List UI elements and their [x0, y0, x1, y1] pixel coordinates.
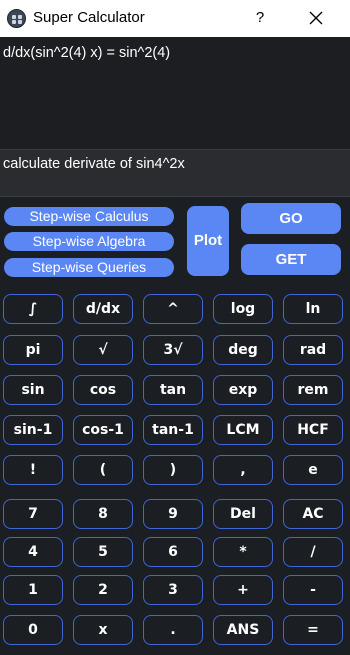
key-4-4-button[interactable]: e	[283, 455, 343, 485]
key-8-1-button[interactable]: x	[73, 615, 133, 645]
key-3-3-button[interactable]: LCM	[213, 415, 273, 445]
plot-button[interactable]: Plot	[187, 206, 229, 276]
go-button[interactable]: GO	[241, 203, 341, 234]
stepwise-algebra-button[interactable]: Step-wise Algebra	[4, 232, 174, 251]
key-0-3-button[interactable]: log	[213, 294, 273, 324]
close-button[interactable]	[302, 5, 330, 31]
key-3-1-button[interactable]: cos-1	[73, 415, 133, 445]
key-7-0-button[interactable]: 1	[3, 575, 63, 605]
key-1-4-button[interactable]: rad	[283, 335, 343, 365]
key-3-4-button[interactable]: HCF	[283, 415, 343, 445]
key-4-3-button[interactable]: ,	[213, 455, 273, 485]
key-4-2-button[interactable]: )	[143, 455, 203, 485]
key-1-3-button[interactable]: deg	[213, 335, 273, 365]
result-text: d/dx(sin^2(4) x) = sin^2(4)	[3, 45, 171, 61]
key-8-2-button[interactable]: .	[143, 615, 203, 645]
key-4-1-button[interactable]: (	[73, 455, 133, 485]
stepwise-queries-button[interactable]: Step-wise Queries	[4, 258, 174, 277]
key-1-0-button[interactable]: pi	[3, 335, 63, 365]
calculator-app-icon	[7, 9, 26, 28]
key-2-2-button[interactable]: tan	[143, 375, 203, 405]
help-button[interactable]: ?	[250, 6, 270, 30]
key-5-3-button[interactable]: Del	[213, 499, 273, 529]
key-8-0-button[interactable]: 0	[3, 615, 63, 645]
result-display: d/dx(sin^2(4) x) = sin^2(4)	[0, 37, 350, 148]
key-7-1-button[interactable]: 2	[73, 575, 133, 605]
key-8-3-button[interactable]: ANS	[213, 615, 273, 645]
key-0-2-button[interactable]: ^	[143, 294, 203, 324]
key-2-3-button[interactable]: exp	[213, 375, 273, 405]
key-6-4-button[interactable]: /	[283, 537, 343, 567]
key-6-0-button[interactable]: 4	[3, 537, 63, 567]
key-6-2-button[interactable]: 6	[143, 537, 203, 567]
key-5-0-button[interactable]: 7	[3, 499, 63, 529]
stepwise-calculus-button[interactable]: Step-wise Calculus	[4, 207, 174, 226]
key-2-1-button[interactable]: cos	[73, 375, 133, 405]
query-input[interactable]: calculate derivate of sin4^2x	[0, 149, 350, 197]
key-2-4-button[interactable]: rem	[283, 375, 343, 405]
key-6-3-button[interactable]: *	[213, 537, 273, 567]
key-8-4-button[interactable]: =	[283, 615, 343, 645]
key-1-2-button[interactable]: 3√	[143, 335, 203, 365]
key-3-0-button[interactable]: sin-1	[3, 415, 63, 445]
get-button[interactable]: GET	[241, 244, 341, 275]
key-4-0-button[interactable]: !	[3, 455, 63, 485]
key-5-4-button[interactable]: AC	[283, 499, 343, 529]
key-6-1-button[interactable]: 5	[73, 537, 133, 567]
key-7-3-button[interactable]: +	[213, 575, 273, 605]
key-0-1-button[interactable]: d/dx	[73, 294, 133, 324]
key-1-1-button[interactable]: √	[73, 335, 133, 365]
key-7-4-button[interactable]: -	[283, 575, 343, 605]
key-7-2-button[interactable]: 3	[143, 575, 203, 605]
title-bar: Super Calculator ?	[0, 0, 350, 37]
close-icon	[309, 11, 323, 25]
key-5-2-button[interactable]: 9	[143, 499, 203, 529]
key-3-2-button[interactable]: tan-1	[143, 415, 203, 445]
key-0-0-button[interactable]: ∫	[3, 294, 63, 324]
key-5-1-button[interactable]: 8	[73, 499, 133, 529]
key-2-0-button[interactable]: sin	[3, 375, 63, 405]
window-title: Super Calculator	[33, 9, 145, 26]
query-input-value: calculate derivate of sin4^2x	[3, 156, 185, 172]
key-0-4-button[interactable]: ln	[283, 294, 343, 324]
